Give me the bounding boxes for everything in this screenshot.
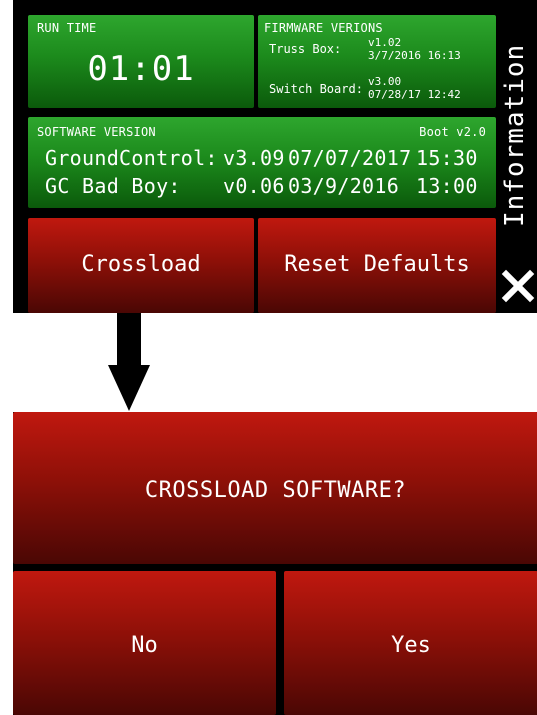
runtime-panel: RUN TIME 01:01 (28, 15, 254, 108)
firmware-label: FIRMWARE VERIONS (264, 21, 383, 35)
close-icon[interactable] (498, 266, 537, 306)
firmware-panel: FIRMWARE VERIONS Truss Box: v1.02 3/7/20… (258, 15, 496, 108)
truss-box-label: Truss Box: (269, 42, 342, 56)
sw-row-time: 15:30 (416, 146, 478, 170)
software-panel: SOFTWARE VERSION Boot v2.0 GroundControl… (28, 117, 496, 208)
sw-row-name: GroundControl: (45, 146, 218, 170)
crossload-button[interactable]: Crossload (28, 218, 254, 313)
sw-row-date: 03/9/2016 (288, 174, 400, 198)
truss-box-date: 3/7/2016 16:13 (368, 49, 461, 62)
switch-board-date: 07/28/17 12:42 (368, 88, 461, 101)
runtime-label: RUN TIME (37, 21, 97, 35)
software-label: SOFTWARE VERSION (37, 125, 156, 139)
sw-row-time: 13:00 (416, 174, 478, 198)
crossload-dialog: CROSSLOAD SOFTWARE? No Yes (13, 412, 537, 715)
sw-row-version: v3.09 (223, 146, 285, 170)
sw-row-version: v0.06 (223, 174, 285, 198)
reset-defaults-button[interactable]: Reset Defaults (258, 218, 496, 313)
switch-board-version: v3.00 (368, 75, 402, 88)
runtime-value: 01:01 (87, 49, 195, 89)
dialog-title: CROSSLOAD SOFTWARE? (144, 478, 407, 503)
sw-row-date: 07/07/2017 (288, 146, 412, 170)
truss-box-version: v1.02 (368, 36, 402, 49)
no-button[interactable]: No (13, 571, 276, 715)
switch-board-label: Switch Board: (269, 82, 363, 96)
yes-button[interactable]: Yes (284, 571, 537, 715)
information-screen: RUN TIME 01:01 FIRMWARE VERIONS Truss Bo… (13, 0, 537, 313)
information-title: Information (500, 43, 530, 227)
dialog-title-panel: CROSSLOAD SOFTWARE? (13, 412, 537, 564)
yes-button-label: Yes (391, 633, 431, 658)
no-button-label: No (131, 633, 158, 658)
reset-defaults-button-label: Reset Defaults (284, 252, 470, 277)
sw-row-name: GC Bad Boy: (45, 174, 181, 198)
boot-version: Boot v2.0 (419, 125, 486, 139)
arrow-down-icon (108, 313, 150, 411)
crossload-button-label: Crossload (81, 252, 201, 277)
